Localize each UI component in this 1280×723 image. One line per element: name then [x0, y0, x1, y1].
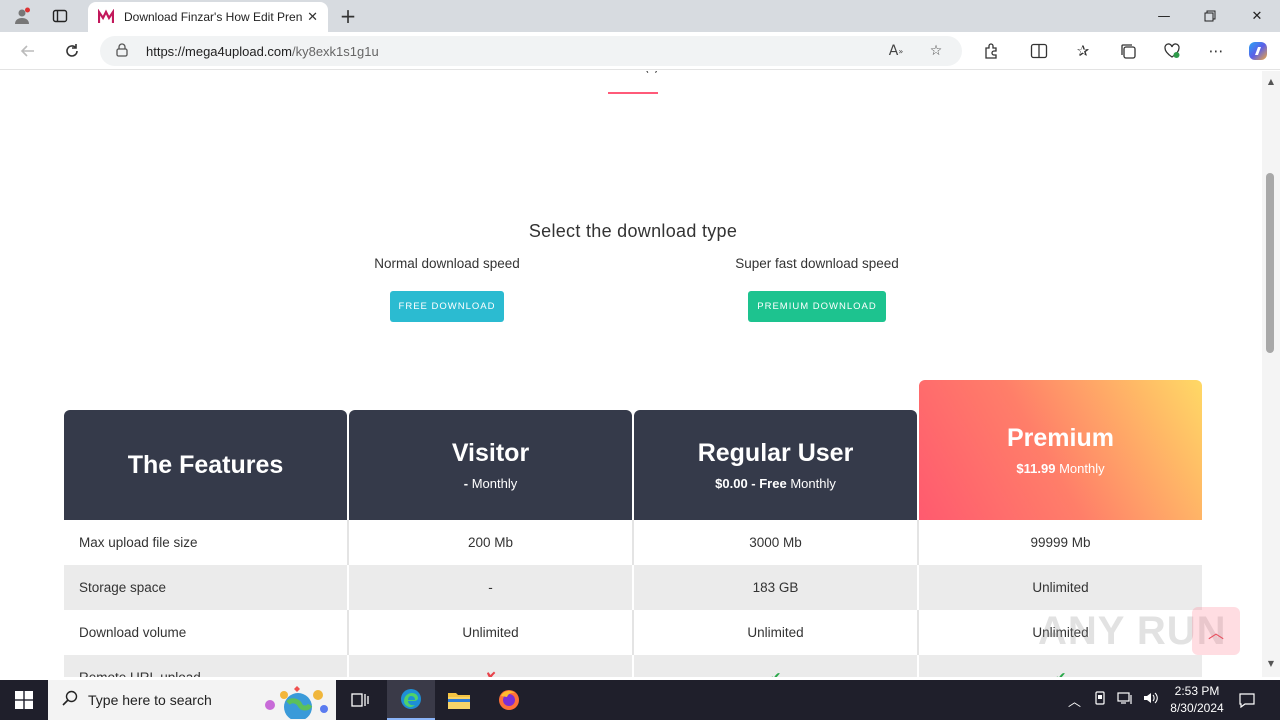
start-button[interactable] [0, 680, 48, 720]
free-download-button[interactable]: FREE DOWNLOAD [389, 291, 505, 322]
premium-value: 99999 Mb [1030, 535, 1091, 550]
heading-fragment: ( ) [644, 71, 659, 75]
visitor-value: 200 Mb [349, 520, 634, 565]
premium-price: $11.99 Monthly [1016, 461, 1105, 476]
windows-taskbar: Type here to search ︿ 2:53 PM 8/30/2024 [0, 680, 1280, 723]
page-scrollbar[interactable]: ▲ ▼ [1262, 71, 1280, 677]
profile-icon[interactable] [10, 4, 34, 28]
scrollbar-thumb[interactable] [1266, 173, 1274, 353]
copilot-icon[interactable] [1244, 38, 1272, 64]
collections-icon[interactable] [1114, 38, 1142, 64]
minimize-button[interactable]: — [1141, 0, 1187, 32]
task-view-icon[interactable] [336, 680, 384, 720]
tab-actions-icon[interactable] [48, 4, 72, 28]
address-bar[interactable]: https://mega4upload.com/ky8exk1s1g1u A» … [100, 36, 962, 66]
feature-label: Storage space [64, 565, 349, 610]
table-row: Storage space - 183 GB Unlimited [64, 565, 1202, 610]
regular-value: 3000 Mb [634, 520, 919, 565]
new-tab-button[interactable]: + [336, 4, 360, 28]
premium-value: Unlimited [1032, 580, 1089, 595]
regular-user-header: Regular User $0.00 - Free Monthly [634, 410, 917, 520]
premium-title: Premium [1007, 424, 1114, 452]
web-page: ( ) Select the download type Normal down… [4, 71, 1262, 677]
regular-user-title: Regular User [697, 439, 854, 467]
show-hidden-icons-chevron-icon[interactable]: ︿ [1068, 691, 1081, 710]
favorites-icon[interactable]: ✰ [1069, 38, 1097, 64]
regular-value: Unlimited [634, 610, 919, 655]
back-button[interactable] [14, 38, 42, 64]
tab-close-icon[interactable]: ✕ [307, 10, 318, 25]
clock-date: 8/30/2024 [1170, 701, 1224, 715]
read-aloud-icon[interactable]: A» [886, 41, 906, 61]
refresh-button[interactable] [58, 38, 86, 64]
table-row: Remote URL upload ✘ ✔ ✔ [64, 655, 1202, 677]
extensions-icon[interactable] [977, 38, 1005, 64]
url-path: /ky8exk1s1g1u [291, 43, 379, 59]
premium-download-column: Super fast download speed PREMIUM DOWNLO… [697, 256, 937, 322]
volume-icon[interactable] [1143, 691, 1159, 709]
scroll-up-arrow-icon[interactable]: ▲ [1266, 77, 1276, 86]
firefox-icon[interactable] [485, 680, 533, 720]
taskbar-search-box[interactable]: Type here to search [48, 680, 336, 723]
favorite-star-icon[interactable]: ☆ [926, 41, 946, 61]
regular-value: 183 GB [634, 565, 919, 610]
features-title: The Features [127, 450, 284, 479]
normal-speed-label: Normal download speed [374, 256, 520, 271]
chevron-up-icon: ︿ [1207, 623, 1224, 642]
visitor-value-cross-icon: ✘ [349, 655, 634, 677]
url-host: https://mega4upload.com [146, 43, 292, 59]
premium-header: Premium $11.99 Monthly [919, 380, 1202, 520]
browser-toolbar: https://mega4upload.com/ky8exk1s1g1u A» … [0, 32, 1280, 70]
taskbar-clock[interactable]: 2:53 PM 8/30/2024 [1160, 683, 1234, 717]
free-download-column: Normal download speed FREE DOWNLOAD [327, 256, 567, 322]
tab-title: Download Finzar's How Edit Pren [124, 10, 303, 24]
system-tray: ︿ [1068, 680, 1159, 720]
scroll-down-arrow-icon[interactable]: ▼ [1266, 659, 1276, 668]
feature-label: Download volume [64, 610, 349, 655]
close-window-button[interactable]: ✕ [1234, 0, 1280, 32]
select-download-title: Select the download type [528, 221, 738, 241]
notifications-icon[interactable] [1224, 680, 1270, 720]
visitor-value: - [349, 565, 634, 610]
network-icon[interactable] [1117, 691, 1133, 709]
features-header: The Features [64, 410, 347, 520]
super-fast-speed-label: Super fast download speed [735, 256, 899, 271]
visitor-title: Visitor [451, 439, 530, 467]
premium-download-button[interactable]: PREMIUM DOWNLOAD [748, 291, 886, 322]
edge-taskbar-icon[interactable] [387, 680, 435, 720]
url-text[interactable]: https://mega4upload.com/ky8exk1s1g1u [146, 44, 379, 59]
title-accent-line [608, 92, 658, 94]
split-screen-icon[interactable] [1025, 38, 1053, 64]
more-options-icon[interactable]: ⋯ [1202, 38, 1230, 64]
feature-label: Remote URL upload [64, 655, 349, 677]
search-placeholder: Type here to search [88, 692, 212, 708]
regular-user-price: $0.00 - Free Monthly [715, 476, 836, 491]
regular-value-check-icon: ✔ [634, 655, 919, 677]
visitor-header: Visitor - Monthly [349, 410, 632, 520]
active-tab[interactable]: Download Finzar's How Edit Pren ✕ [88, 2, 328, 32]
feature-label: Max upload file size [64, 520, 349, 565]
clock-time: 2:53 PM [1174, 684, 1220, 698]
lock-icon[interactable] [116, 42, 132, 60]
visitor-price: - Monthly [463, 476, 518, 491]
file-explorer-icon[interactable] [435, 680, 483, 720]
windows-logo-icon [15, 691, 33, 709]
premium-value-check-icon: ✔ [1054, 669, 1067, 677]
visitor-value: Unlimited [349, 610, 634, 655]
browser-tab-bar: Download Finzar's How Edit Pren ✕ + — ✕ [0, 0, 1280, 32]
table-row: Max upload file size 200 Mb 3000 Mb 9999… [64, 520, 1202, 565]
scroll-to-top-button[interactable]: ︿ [1192, 607, 1240, 655]
search-highlight-globe-icon [260, 683, 330, 723]
device-icon[interactable] [1093, 691, 1107, 709]
table-row: Download volume Unlimited Unlimited Unli… [64, 610, 1202, 655]
mega-favicon-icon [97, 8, 115, 25]
browser-essentials-icon[interactable] [1158, 38, 1186, 64]
search-icon [62, 690, 78, 710]
restore-button[interactable] [1187, 0, 1233, 32]
